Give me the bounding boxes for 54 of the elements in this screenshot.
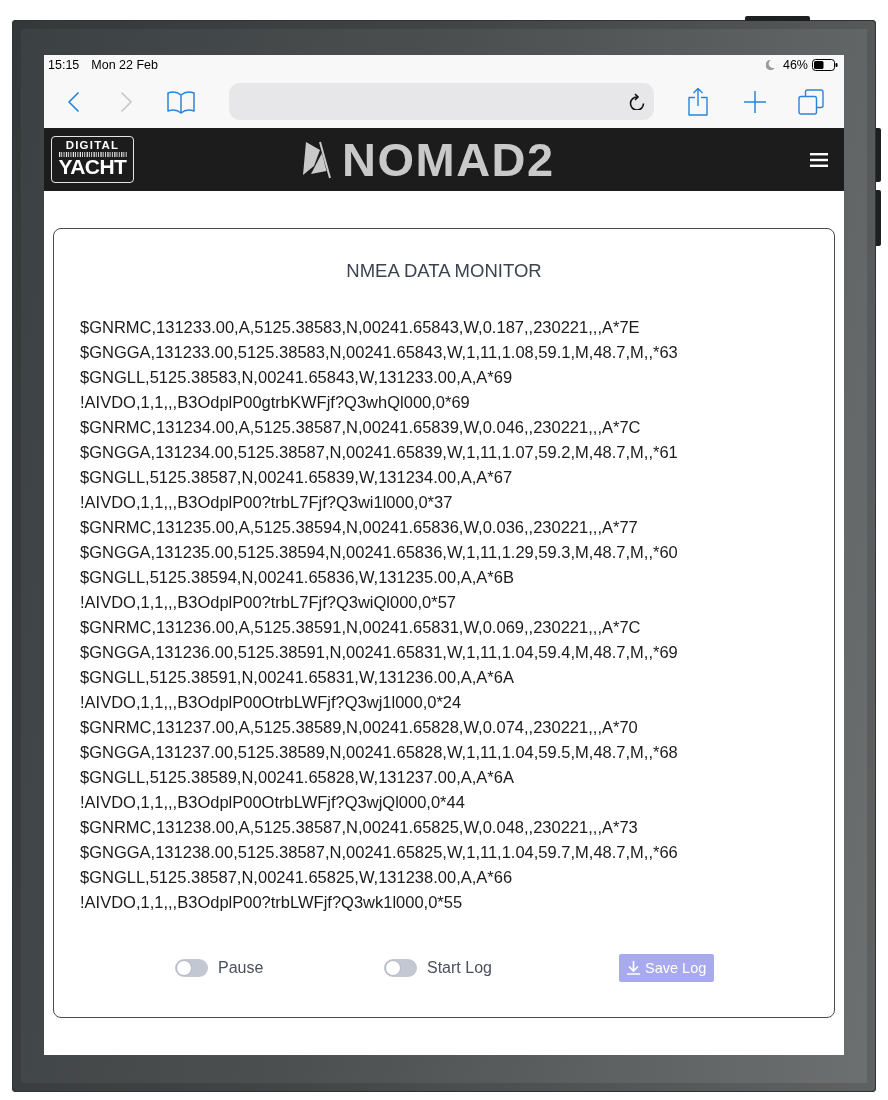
status-time: 15:15 (48, 58, 80, 72)
reload-icon (629, 93, 645, 110)
nmea-sentence: $GNGGA,131234.00,5125.38587,N,00241.65839,W,1,11,1.07,59.2,M,48.7,M,,*61 (80, 442, 679, 463)
address-field[interactable] (229, 83, 654, 120)
nmea-sentence: $GNRMC,131238.00,A,5125.38587,N,00241.65825,W,0.048,,230221,,,A*73 (80, 817, 639, 838)
share-icon (688, 87, 708, 116)
nmea-sentence: $GNGLL,5125.38583,N,00241.65843,W,131233.00,A,A*69 (80, 367, 514, 388)
logo-text: DIGITAL (65, 139, 120, 151)
nmea-sentence: !AIVDO,1,1,,,B3OdplP00?trbLWFjf?Q3wk1l000,0*55 (80, 892, 464, 913)
book-icon (167, 89, 195, 114)
download-icon (627, 961, 640, 975)
stripes-icon (58, 152, 127, 157)
monitor-title: NMEA DATA MONITOR (345, 260, 543, 282)
nmea-sentence: $GNRMC,131235.00,A,5125.38594,N,00241.65836,W,0.036,,230221,,,A*77 (80, 517, 639, 538)
nmea-sentence: $GNGLL,5125.38587,N,00241.65839,W,131234.00,A,A*67 (80, 467, 514, 488)
sail-icon (303, 140, 331, 179)
chevron-right-icon (121, 91, 132, 112)
moon-icon (765, 60, 775, 70)
nmea-sentence: $GNGLL,5125.38594,N,00241.65836,W,131235.00,A,A*6B (80, 567, 515, 588)
menu-icon (810, 152, 828, 167)
tabs-icon (798, 88, 824, 115)
battery-icon (812, 59, 838, 71)
nmea-sentence: !AIVDO,1,1,,,B3OdplP00gtrbKWFjf?Q3whQl000,0*69 (80, 392, 471, 413)
nmea-sentence: $GNRMC,131233.00,A,5125.38583,N,00241.65843,W,0.187,,230221,,,A*7E (80, 317, 641, 338)
battery-percentage: 46% (782, 58, 808, 72)
logo-text: YACHT (58, 157, 127, 177)
toggle-switch[interactable] (175, 959, 208, 977)
nmea-sentence: $GNGLL,5125.38587,N,00241.65825,W,131238.00,A,A*66 (80, 867, 514, 888)
product-logo-text: NOMAD2 (342, 137, 555, 182)
nmea-sentence: $GNRMC,131234.00,A,5125.38587,N,00241.65839,W,0.046,,230221,,,A*7C (80, 417, 642, 438)
volume-button[interactable] (876, 128, 881, 182)
nmea-sentence: $GNGGA,131238.00,5125.38587,N,00241.65825,W,1,11,1.04,59.7,M,48.7,M,,*66 (80, 842, 679, 863)
nmea-sentence: !AIVDO,1,1,,,B3OdplP00OtrbLWFjf?Q3wjQl000,0*44 (80, 792, 466, 813)
chevron-left-icon (68, 91, 79, 112)
menu-button[interactable] (810, 152, 828, 167)
nmea-sentence: $GNRMC,131237.00,A,5125.38589,N,00241.65828,W,0.074,,230221,,,A*70 (80, 717, 639, 738)
toggle-label: Pause (218, 959, 264, 977)
status-date: Mon 22 Feb (91, 58, 158, 72)
nmea-sentence: $GNGGA,131235.00,5125.38594,N,00241.65836,W,1,11,1.29,59.3,M,48.7,M,,*60 (80, 542, 679, 563)
brand-logo[interactable]: DIGITAL YACHT (51, 136, 134, 183)
nmea-sentence: $GNGGA,131236.00,5125.38591,N,00241.65831,W,1,11,1.04,59.4,M,48.7,M,,*69 (80, 642, 679, 663)
plus-icon (744, 90, 766, 113)
reload-button[interactable] (629, 93, 645, 110)
toggle-label: Start Log (427, 959, 492, 977)
nmea-sentence: $GNGLL,5125.38591,N,00241.65831,W,131236.00,A,A*6A (80, 667, 515, 688)
toggle-switch[interactable] (384, 959, 417, 977)
nmea-sentence: $GNGGA,131233.00,5125.38583,N,00241.65843,W,1,11,1.08,59.1,M,48.7,M,,*63 (80, 342, 679, 363)
nmea-sentence: !AIVDO,1,1,,,B3OdplP00OtrbLWFjf?Q3wj1l000,0*24 (80, 692, 463, 713)
nmea-sentence: $GNGGA,131237.00,5125.38589,N,00241.65828,W,1,11,1.04,59.5,M,48.7,M,,*68 (80, 742, 679, 763)
nmea-sentence: $GNGLL,5125.38589,N,00241.65828,W,131237.00,A,A*6A (80, 767, 515, 788)
volume-button[interactable] (876, 190, 881, 246)
nmea-sentence: !AIVDO,1,1,,,B3OdplP00?trbL7Fjf?Q3wi1l000,0*37 (80, 492, 454, 513)
nmea-sentence: !AIVDO,1,1,,,B3OdplP00?trbL7Fjf?Q3wiQl000,0*57 (80, 592, 458, 613)
nmea-sentence: $GNRMC,131236.00,A,5125.38591,N,00241.65831,W,0.069,,230221,,,A*7C (80, 617, 642, 638)
